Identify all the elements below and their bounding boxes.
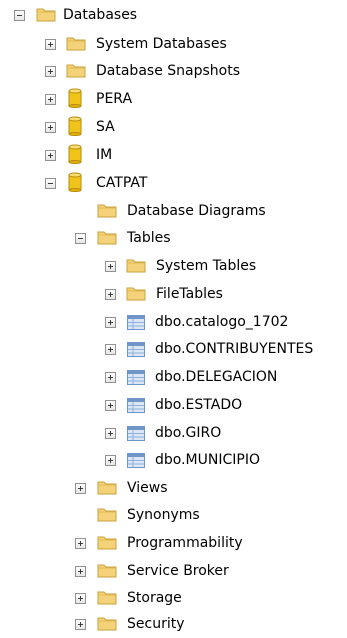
node-label: Views — [127, 480, 168, 496]
expand-icon[interactable] — [75, 593, 86, 604]
collapse-icon[interactable] — [14, 10, 25, 21]
table-icon — [127, 398, 145, 417]
table-icon — [127, 453, 145, 472]
node-label: dbo.ESTADO — [155, 397, 243, 413]
expand-icon[interactable] — [45, 66, 56, 77]
node-label: SA — [96, 119, 115, 135]
expand-icon[interactable] — [75, 483, 86, 494]
folder-icon — [97, 479, 117, 499]
node-label: dbo.GIRO — [155, 425, 222, 441]
table-icon — [127, 426, 145, 445]
expand-icon[interactable] — [75, 619, 86, 630]
database-icon — [68, 116, 82, 140]
expand-icon[interactable] — [45, 39, 56, 50]
node-label: IM — [96, 147, 113, 163]
expand-icon[interactable] — [105, 261, 116, 272]
folder-icon — [126, 257, 146, 277]
expand-icon[interactable] — [105, 372, 116, 383]
folder-icon — [97, 534, 117, 554]
node-label: Databases — [63, 7, 138, 23]
folder-icon — [126, 285, 146, 305]
collapse-icon[interactable] — [45, 178, 56, 189]
table-icon — [127, 315, 145, 334]
collapse-icon[interactable] — [75, 233, 86, 244]
folder-icon — [97, 615, 117, 635]
database-icon — [68, 144, 82, 168]
folder-icon — [97, 589, 117, 609]
expand-icon[interactable] — [75, 538, 86, 549]
node-label: System Databases — [96, 36, 227, 52]
expand-icon[interactable] — [105, 455, 116, 466]
node-label: Tables — [127, 230, 171, 246]
node-label: dbo.DELEGACION — [155, 369, 278, 385]
table-icon — [127, 342, 145, 361]
folder-icon — [97, 202, 117, 222]
expand-icon[interactable] — [45, 94, 56, 105]
expand-icon[interactable] — [105, 344, 116, 355]
folder-icon — [36, 6, 56, 26]
expand-icon[interactable] — [45, 122, 56, 133]
expand-icon[interactable] — [105, 428, 116, 439]
node-label: dbo.MUNICIPIO — [155, 452, 260, 468]
folder-icon — [66, 62, 86, 82]
database-icon — [68, 172, 82, 196]
node-label: FileTables — [156, 286, 223, 302]
expand-icon[interactable] — [105, 289, 116, 300]
table-icon — [127, 370, 145, 389]
node-label: PERA — [96, 91, 133, 107]
node-label: Synonyms — [127, 507, 200, 523]
expand-icon[interactable] — [45, 150, 56, 161]
folder-icon — [97, 562, 117, 582]
node-label: dbo.CONTRIBUYENTES — [155, 341, 314, 357]
node-label: Security — [127, 616, 185, 632]
folder-icon — [66, 35, 86, 55]
node-label: Database Snapshots — [96, 63, 240, 79]
folder-icon — [97, 229, 117, 249]
node-label: Storage — [127, 590, 182, 606]
folder-icon — [97, 506, 117, 526]
node-label: Service Broker — [127, 563, 229, 579]
node-label: dbo.catalogo_1702 — [155, 314, 289, 330]
node-label: CATPAT — [96, 175, 148, 191]
expand-icon[interactable] — [105, 317, 116, 328]
object-explorer-tree: Databases System Databases Database Snap… — [0, 0, 347, 638]
node-label: Database Diagrams — [127, 203, 266, 219]
database-icon — [68, 88, 82, 112]
node-label: Programmability — [127, 535, 243, 551]
expand-icon[interactable] — [105, 400, 116, 411]
node-label: System Tables — [156, 258, 257, 274]
expand-icon[interactable] — [75, 566, 86, 577]
